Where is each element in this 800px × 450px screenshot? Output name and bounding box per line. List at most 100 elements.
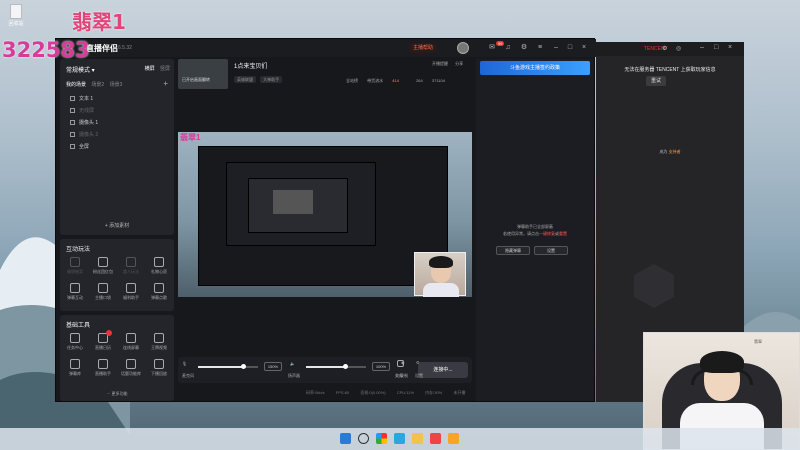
app-icon[interactable] [430,433,441,444]
maximize-icon[interactable]: □ [566,44,574,52]
fix-link[interactable]: 一键修复 [539,231,555,236]
tab-scene-3[interactable]: 场景3 [110,82,123,88]
speaker-slider-knob[interactable] [343,364,348,369]
stream-title[interactable]: 1点来宝贝们 [234,61,267,70]
gear-icon[interactable]: ⚙ [662,45,667,52]
share-button[interactable]: 分享 [455,61,463,66]
chrome-icon[interactable] [376,433,387,444]
tool-song-request[interactable]: 弹幕点歌 [146,283,172,301]
preview-webcam [414,252,466,297]
close-icon[interactable]: × [728,44,732,51]
avatar[interactable] [457,42,469,54]
tool-live-assistant[interactable]: 直播助手 [90,359,116,377]
mic-slider[interactable] [198,364,258,369]
tab-scene-2[interactable]: 场景2 [91,82,104,88]
menu-icon[interactable]: ≡ [536,44,544,52]
mic-volume-value[interactable]: 150% [264,362,282,371]
live-reminder-button[interactable]: 开播提醒 [432,61,448,66]
discord-icon[interactable]: ◎ [676,45,681,52]
tool-fan-redpacket[interactable]: 粉丝团红包 [90,257,116,275]
maximize-icon[interactable]: □ [714,44,718,51]
tool-lucky-bag[interactable]: 福袋抽奖 [62,257,88,275]
tool-label: 弹幕互动 [67,295,83,300]
mic-icon[interactable]: 🎙 [182,361,187,366]
reset-link[interactable]: 重置 [559,231,567,236]
side-window-message: 无法在服务器 TENCENT 上获取玩家信息 [624,67,716,73]
source-item[interactable]: 文本 1 [70,95,93,102]
help-pill[interactable]: 主播帮助 [409,43,438,53]
close-icon[interactable]: × [580,44,588,52]
stat-sales: 带货流水 414 [367,78,407,83]
edge-icon[interactable] [394,433,405,444]
windows-start-icon[interactable] [340,433,351,444]
tag-category[interactable]: 英雄联盟 [234,76,256,83]
tool-pocket[interactable]: 主播口袋 [90,283,116,301]
more-functions-button[interactable]: ··· 更多功能 [60,391,174,397]
link-icon [126,333,136,343]
folder-icon[interactable] [412,433,423,444]
stat-sales-value: 414 [392,78,399,83]
nested-window [273,190,313,214]
start-live-button[interactable]: 连接中... [418,362,468,378]
status-memory: 内存:30% [425,390,443,395]
mode-label: 常规模式 [66,68,91,74]
stream-preview[interactable]: 翡翠1 [178,132,472,297]
stream-tags: 英雄联盟 大神助手 [234,76,285,83]
stream-stats: 全站榜 带货流水 414 264 371104 [346,78,453,84]
interact-title: 互动玩法 [66,247,91,253]
tool-super[interactable]: 超人玩法 [118,257,144,275]
speaker-label: 扬声器 [288,373,300,378]
tag-assistant[interactable]: 大神助手 [260,76,283,83]
add-scene-button[interactable]: + [163,79,168,88]
file-icon [10,4,22,19]
gift-icon [70,257,80,267]
minimize-icon[interactable]: – [552,44,560,52]
retry-button[interactable]: 重试 [646,76,666,86]
promo-banner[interactable]: 斗鱼游戏主播签约政策 [480,61,590,75]
tool-link-screen[interactable]: 连线屏幕 [118,333,144,351]
record-icon[interactable]: ◉ [401,360,405,365]
scene-panel: 常规模式 ▾ 横屏 竖屏 我的场景 场景2 场景3 + 文本 1 无线屏 摄像头… [60,59,174,235]
add-material-button[interactable]: + 添加素材 [60,222,174,229]
source-item[interactable]: 无线屏 [70,107,94,114]
stat-rank[interactable]: 全站榜 [346,78,358,83]
source-item[interactable]: 摄像头 1 [70,119,98,126]
gear-icon[interactable]: ⚙ [520,44,528,52]
stream-cover[interactable]: 已开启画面翻转 [178,59,228,89]
search-icon[interactable] [358,433,369,444]
tab-landscape[interactable]: 横屏 [145,66,155,72]
speaker-slider[interactable] [306,364,366,369]
mode-selector[interactable]: 常规模式 ▾ 横屏 竖屏 [66,65,170,74]
mail-icon[interactable]: ✉ [488,44,496,52]
headset-icon[interactable]: ♫ [504,44,512,52]
game-icon[interactable] [448,433,459,444]
download-icon [70,283,80,293]
tool-danmu-interact[interactable]: 弹幕互动 [62,283,88,301]
source-item[interactable]: 全屏 [70,143,89,150]
recycle-bin-icon[interactable]: 回收站 [8,4,24,27]
settings-icon[interactable]: ⚙ [416,360,420,365]
tool-label: 超人玩法 [123,269,139,274]
tool-task-center[interactable]: 任务中心 [62,333,88,351]
minimize-icon[interactable]: – [700,44,704,51]
speaker-icon[interactable]: 🔈 [290,361,295,366]
tool-danmu-lib[interactable]: 弹幕库 [62,359,88,377]
speaker-volume-value[interactable]: 100% [372,362,390,371]
tool-replay[interactable]: 下播回放 [146,359,172,377]
webcam-label: 翡翠 [754,339,762,344]
tool-calendar[interactable]: 直播日历 [90,330,116,351]
tool-gift-wish[interactable]: 礼物心愿 [146,257,172,275]
tool-label: 直播助手 [95,371,111,376]
tab-scene-1[interactable]: 我的场景 [66,82,86,88]
support-link[interactable]: 支持者 [669,149,681,154]
source-item[interactable]: 摄像头 2 [70,131,98,138]
mic-slider-knob[interactable] [241,364,246,369]
danmu-settings-button[interactable]: 设置 [534,246,568,255]
hide-danmu-button[interactable]: 隐藏弹幕 [496,246,530,255]
tool-topics[interactable]: 话题功能库 [118,359,144,377]
tool-welfare[interactable]: 福利助手 [118,283,144,301]
status-cpu: CPU:11% [396,390,414,395]
tool-ace-video[interactable]: 王牌视频 [146,333,172,351]
danmu-msg-line1: 弹幕助手已全部屏蔽 [517,224,553,229]
tab-portrait[interactable]: 竖屏 [160,66,170,72]
